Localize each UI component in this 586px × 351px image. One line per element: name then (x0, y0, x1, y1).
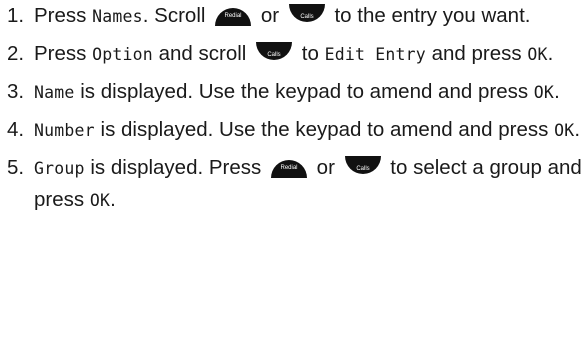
lcd-ok: OK (89, 191, 111, 210)
step-number: 1. (7, 4, 25, 27)
step-text-fragment: . (547, 42, 554, 65)
calls-key-label: Calls (300, 14, 313, 20)
lcd-ok: OK (533, 83, 555, 102)
step-4: 4. Number is displayed. Use the keypad t… (0, 114, 586, 146)
step-text-fragment: or (310, 156, 341, 179)
step-text-fragment: is displayed. Use the keypad to amend an… (74, 80, 534, 103)
lcd-names: Names (92, 7, 143, 26)
step-text-fragment: . (574, 118, 581, 141)
calls-down-key-icon: Calls (255, 41, 293, 65)
step-text-fragment: or (255, 4, 285, 27)
step-number: 3. (7, 80, 25, 103)
lcd-number: Number (34, 121, 95, 140)
redial-up-key-icon: Redial (214, 3, 252, 27)
step-number: 4. (7, 118, 25, 141)
step-number: 2. (7, 42, 25, 65)
redial-up-key-icon: Redial (270, 155, 308, 179)
step-3: 3. Name is displayed. Use the keypad to … (0, 76, 586, 108)
step-text: Press Option and scroll Calls to Edit En… (34, 38, 586, 70)
step-text: Group is displayed. Press Redial or Call… (34, 152, 586, 216)
lcd-edit-entry: Edit Entry (324, 45, 426, 64)
lcd-name: Name (34, 83, 75, 102)
redial-key-label: Redial (280, 165, 297, 171)
step-text-fragment: Press (34, 42, 93, 65)
step-text-fragment: Press (34, 4, 93, 27)
instruction-steps: 1. Press Names. Scroll Redial or Calls t… (0, 0, 586, 222)
step-text: Number is displayed. Use the keypad to a… (34, 114, 586, 146)
step-text-fragment: to the entry you want. (328, 4, 531, 27)
lcd-ok: OK (527, 45, 548, 64)
step-text-fragment: . (110, 188, 116, 211)
step-text: Name is displayed. Use the keypad to ame… (34, 76, 586, 108)
step-text-fragment: to (296, 42, 325, 65)
lcd-option: Option (92, 45, 153, 64)
step-text-fragment: . (554, 80, 560, 103)
calls-down-key-icon: Calls (344, 155, 382, 179)
step-text-fragment: is displayed. Use the keypad to amend an… (94, 118, 555, 141)
redial-key-label: Redial (225, 13, 242, 19)
calls-key-label: Calls (267, 52, 280, 58)
step-2: 2. Press Option and scroll Calls to Edit… (0, 38, 586, 70)
step-1: 1. Press Names. Scroll Redial or Calls t… (0, 0, 586, 32)
step-text-fragment: and press (425, 42, 528, 65)
calls-key-label: Calls (356, 166, 369, 172)
step-text-fragment: is displayed. Press (84, 156, 267, 179)
step-5: 5. Group is displayed. Press Redial or C… (0, 152, 586, 216)
lcd-ok: OK (554, 121, 575, 140)
calls-down-key-icon: Calls (288, 3, 326, 27)
step-number: 5. (7, 156, 25, 179)
step-text: Press Names. Scroll Redial or Calls to t… (34, 0, 586, 32)
step-text-fragment: and scroll (152, 42, 253, 65)
lcd-group: Group (34, 159, 85, 178)
step-text-fragment: . Scroll (142, 4, 212, 27)
